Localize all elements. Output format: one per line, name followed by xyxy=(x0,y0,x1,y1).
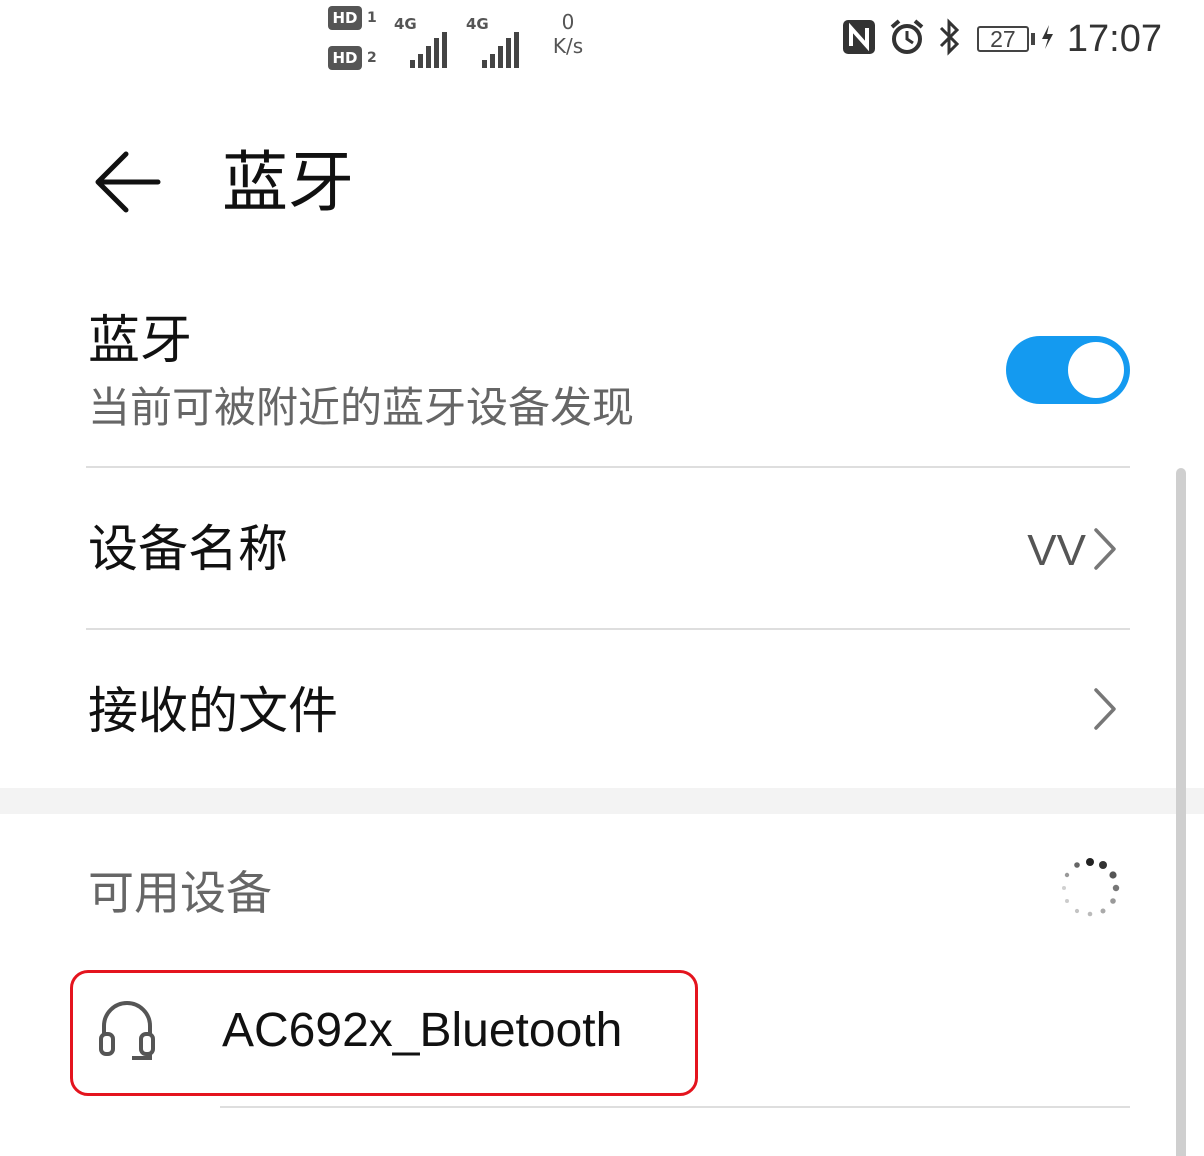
battery-nub xyxy=(1030,33,1035,45)
alarm-icon xyxy=(887,17,927,61)
bluetooth-visibility-subtitle: 当前可被附近的蓝牙设备发现 xyxy=(88,383,635,432)
toggle-knob xyxy=(1068,342,1124,398)
received-files-label: 接收的文件 xyxy=(88,682,338,740)
speed-value: 0 xyxy=(561,10,575,34)
device-name-row[interactable]: 设备名称 VV xyxy=(0,468,1160,628)
divider xyxy=(220,1106,1130,1108)
signal-sim1-icon: 4G xyxy=(394,16,464,68)
highlight-annotation xyxy=(70,970,698,1096)
status-bar-right: 27 17:07 xyxy=(831,14,1162,64)
arrow-left-icon xyxy=(95,151,161,213)
battery-icon: 27 xyxy=(976,26,1029,52)
speed-unit: K/s xyxy=(552,34,584,58)
hd-badge: HD xyxy=(328,6,362,30)
device-name-value: VV xyxy=(1027,526,1086,575)
hd-voice-sim1: HD 1 xyxy=(328,6,384,32)
available-devices-title: 可用设备 xyxy=(88,866,272,920)
nfc-icon xyxy=(841,18,877,60)
signal-sim2-icon: 4G xyxy=(466,16,536,68)
device-name-label: 设备名称 xyxy=(88,520,288,578)
bluetooth-label: 蓝牙 xyxy=(88,311,193,371)
chevron-right-icon xyxy=(1094,528,1116,570)
bluetooth-icon xyxy=(937,17,963,61)
hd-badge: HD xyxy=(328,46,362,70)
network-type: 4G xyxy=(394,15,417,33)
bluetooth-toggle[interactable] xyxy=(1006,336,1130,404)
charging-icon xyxy=(1039,23,1055,55)
sim-index: 1 xyxy=(367,10,377,26)
network-type: 4G xyxy=(466,15,489,33)
scrollbar[interactable] xyxy=(1176,468,1186,1156)
received-files-row[interactable]: 接收的文件 xyxy=(0,630,1160,790)
page-title: 蓝牙 xyxy=(222,144,354,221)
chevron-right-icon xyxy=(1094,688,1116,730)
status-time: 17:07 xyxy=(1066,18,1162,60)
network-speed: 0 K/s xyxy=(544,10,592,58)
bluetooth-settings-screen: HD 1 HD 2 4G 4G 0 K/s 27 17:07 蓝牙 蓝牙 当前可… xyxy=(0,0,1204,1156)
sim-index: 2 xyxy=(367,50,377,66)
scanning-spinner-icon xyxy=(1062,858,1120,917)
hd-voice-sim2: HD 2 xyxy=(328,46,384,72)
section-separator xyxy=(0,788,1204,814)
back-button[interactable] xyxy=(86,142,166,222)
